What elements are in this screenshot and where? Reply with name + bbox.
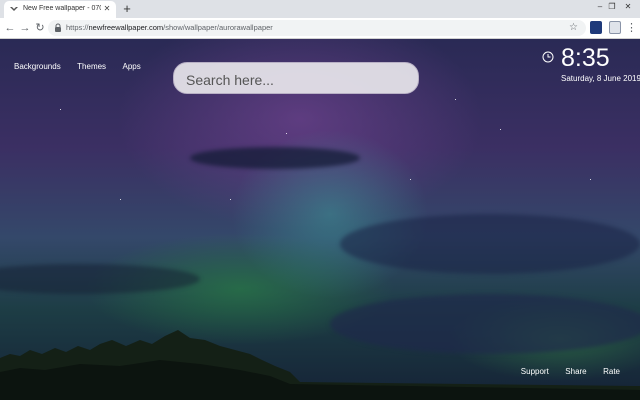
tab-strip: New Free wallpaper - 07062019... ✕ + – ❐… <box>0 0 640 18</box>
nav-apps-link[interactable]: Apps <box>123 62 141 71</box>
star <box>455 99 456 100</box>
clock-date: Saturday, 8 June 2019 <box>561 74 640 83</box>
lock-icon <box>55 23 61 32</box>
clock-time: 8:35 <box>561 44 610 72</box>
support-link[interactable]: Support <box>521 367 549 376</box>
cloud-band <box>0 264 200 294</box>
minimize-button[interactable]: – <box>594 1 606 13</box>
tab-close-icon[interactable]: ✕ <box>102 4 112 14</box>
cloud-band <box>190 147 360 169</box>
star <box>590 179 591 180</box>
bookmark-star-icon[interactable]: ☆ <box>569 21 578 35</box>
address-bar[interactable]: https://newfreewallpaper.com/show/wallpa… <box>48 20 586 36</box>
star <box>230 199 231 200</box>
profile-avatar[interactable] <box>609 21 621 34</box>
browser-toolbar: ← → ↻ https://newfreewallpaper.com/show/… <box>0 18 640 39</box>
browser-menu-icon[interactable]: ⋮ <box>626 21 637 35</box>
restore-button[interactable]: ❐ <box>606 1 618 13</box>
clock-icon[interactable] <box>542 51 554 63</box>
star <box>120 199 121 200</box>
share-link[interactable]: Share <box>565 367 586 376</box>
star <box>60 109 61 110</box>
window-close-button[interactable]: ✕ <box>622 1 634 13</box>
new-tab-button[interactable]: + <box>121 2 133 16</box>
reload-button[interactable]: ↻ <box>33 21 47 35</box>
forward-button[interactable]: → <box>18 21 32 35</box>
wallpaper-page: Backgrounds Themes Apps 8:35 Saturday, 8… <box>0 39 640 400</box>
url-text: https://newfreewallpaper.com/show/wallpa… <box>66 23 273 32</box>
tab-title: New Free wallpaper - 07062019... <box>23 5 101 12</box>
back-button[interactable]: ← <box>3 21 17 35</box>
cloud-band <box>340 214 640 274</box>
rate-link[interactable]: Rate <box>603 367 620 376</box>
top-nav: Backgrounds Themes Apps <box>14 56 153 74</box>
star <box>500 129 501 130</box>
treeline-silhouette <box>0 330 640 400</box>
nav-backgrounds-link[interactable]: Backgrounds <box>14 62 61 71</box>
browser-tab[interactable]: New Free wallpaper - 07062019... ✕ <box>4 1 116 18</box>
search-input[interactable] <box>184 69 408 91</box>
star <box>286 133 287 134</box>
search-box <box>173 62 419 94</box>
star <box>410 179 411 180</box>
extension-icon[interactable] <box>590 21 602 34</box>
nav-themes-link[interactable]: Themes <box>77 62 106 71</box>
footer-nav: Support Share Rate <box>509 361 620 379</box>
wallpaper-favicon-icon <box>10 7 18 11</box>
